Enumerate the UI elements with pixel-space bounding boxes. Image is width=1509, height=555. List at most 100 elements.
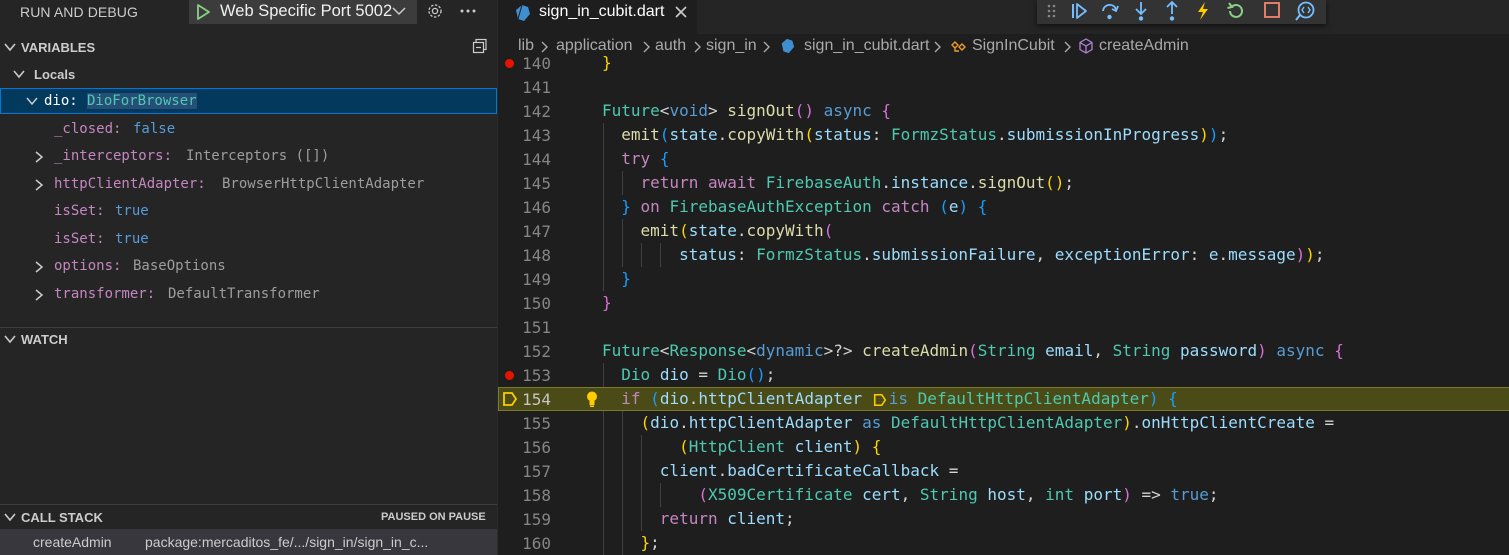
variable-value: true [115,231,149,247]
tab-bar: sign_in_cubit.dart [498,0,1509,34]
variable-row[interactable]: isSet: true [0,226,497,252]
stop-icon[interactable] [1259,0,1285,22]
variables-section-header[interactable]: VARIABLES [0,36,497,58]
code-line: 140 } [498,51,1509,75]
hot-reload-icon[interactable] [1190,0,1216,22]
variable-row[interactable]: _interceptors: Interceptors ([]) [0,143,497,169]
line-number: 150 [522,294,551,313]
code-line: 155 (dio.httpClientAdapter as DefaultHtt… [498,411,1509,435]
variable-name: _interceptors: [54,148,173,164]
step-over-icon[interactable] [1097,0,1123,22]
chevron-down-icon [26,97,38,106]
code-line: 149 } [498,267,1509,291]
code-line: 148 status: FormzStatus.submissionFailur… [498,243,1509,267]
code-line: 142 Future<void> signOut() async { [498,99,1509,123]
variable-row[interactable]: httpClientAdapter: BrowserHttpClientAdap… [0,171,497,197]
gear-icon[interactable] [426,2,444,20]
drag-handle-icon[interactable] [1039,0,1065,22]
variable-value: Interceptors ([]) [186,148,330,164]
variable-name: dio: [44,93,78,109]
variable-value: BrowserHttpClientAdapter [222,176,425,192]
code-line: 147 emit(state.copyWith( [498,219,1509,243]
line-number: 145 [522,174,551,193]
line-number: 141 [522,78,551,97]
step-into-icon[interactable] [1128,0,1154,22]
stack-frame-row[interactable]: createAdmin package:mercaditos_fe/.../si… [0,529,497,555]
code-line: 153 Dio dio = Dio(); [498,363,1509,387]
variable-name: transformer: [54,286,156,302]
line-number: 156 [522,438,551,457]
code-line: 156 (HttpClient client) { [498,435,1509,459]
debug-sidebar: RUN AND DEBUG Web Specific Port 5002 VAR… [0,0,497,555]
line-number: 155 [522,414,551,433]
line-number: 140 [522,54,551,73]
watch-section-header[interactable]: WATCH [0,327,497,350]
line-number: 143 [522,126,551,145]
callstack-section-header[interactable]: CALL STACK PAUSED ON PAUSE [0,504,497,529]
variable-name: httpClientAdapter: [54,176,206,192]
code-line: 143 emit(state.copyWith(status: FormzSta… [498,123,1509,147]
line-number: 149 [522,270,551,289]
chevron-down-icon [4,513,16,522]
tab-sign-in-cubit[interactable]: sign_in_cubit.dart [498,0,697,34]
code-line: 145 return await FirebaseAuth.instance.s… [498,171,1509,195]
code-line: 150 } [498,291,1509,315]
current-execution-line: 154 if (dio.httpClientAdapter is Default… [498,387,1509,411]
code-area[interactable]: 140 } 141 142 Future<void> signOut() asy… [498,53,1509,555]
code-line: 151 [498,315,1509,339]
variable-name: _closed: [54,121,122,137]
code-line: 158 (X509Certificate cert, String host, … [498,483,1509,507]
chevron-right-icon [35,151,44,163]
step-out-icon[interactable] [1159,0,1185,22]
line-number: 157 [522,462,551,481]
variable-value: false [133,121,176,137]
line-number: 142 [522,102,551,121]
code-line: 141 [498,75,1509,99]
code-line: 152 Future<Response<dynamic>?> createAdm… [498,339,1509,363]
callstack-title: CALL STACK [21,510,103,525]
locals-scope[interactable]: Locals [0,63,497,85]
launch-config-label: Web Specific Port 5002 [220,2,393,20]
code-line: 146 } on FirebaseAuthException catch (e)… [498,195,1509,219]
chevron-right-icon [35,179,44,191]
collapse-all-icon[interactable] [472,38,488,54]
line-number: 148 [522,246,551,265]
devtools-icon[interactable] [1292,0,1318,22]
variable-row[interactable]: transformer: DefaultTransformer [0,281,497,307]
paused-status-badge: PAUSED ON PAUSE [381,511,486,523]
line-number: 158 [522,486,551,505]
code-line: 160 }; [498,531,1509,555]
line-number: 144 [522,150,551,169]
variable-name: isSet: [54,203,105,219]
chevron-down-icon [13,70,25,79]
variable-row[interactable]: _closed: false [0,116,497,142]
chevron-right-icon [35,289,44,301]
variable-value: BaseOptions [133,258,226,274]
variable-row-dio[interactable]: dio: DioForBrowser [0,88,497,114]
code-editor: sign_in_cubit.dart lib application auth … [497,0,1509,555]
line-number: 159 [522,510,551,529]
inline-pause-marker-icon [873,393,886,407]
stack-frame-function: createAdmin [33,534,112,550]
variable-row[interactable]: isSet: true [0,198,497,224]
line-number: 152 [522,342,551,361]
line-number: 153 [522,366,551,385]
close-icon[interactable] [674,5,688,19]
tab-label: sign_in_cubit.dart [539,3,665,20]
run-debug-header: RUN AND DEBUG Web Specific Port 5002 [0,0,497,24]
variable-row[interactable]: options: BaseOptions [0,253,497,279]
line-number: 160 [522,534,551,553]
launch-config-select[interactable]: Web Specific Port 5002 [189,0,417,24]
continue-icon[interactable] [1066,0,1092,22]
chevron-right-icon [35,261,44,273]
line-number: 151 [522,318,551,337]
variable-value: DefaultTransformer [168,286,320,302]
chevron-down-icon [4,43,16,52]
ellipsis-icon[interactable] [458,2,478,20]
restart-icon[interactable] [1223,0,1249,22]
dart-file-icon [516,4,530,21]
locals-title: Locals [34,67,76,82]
lightbulb-icon[interactable] [585,390,599,408]
play-icon[interactable] [196,4,210,20]
chevron-down-icon [4,335,16,344]
